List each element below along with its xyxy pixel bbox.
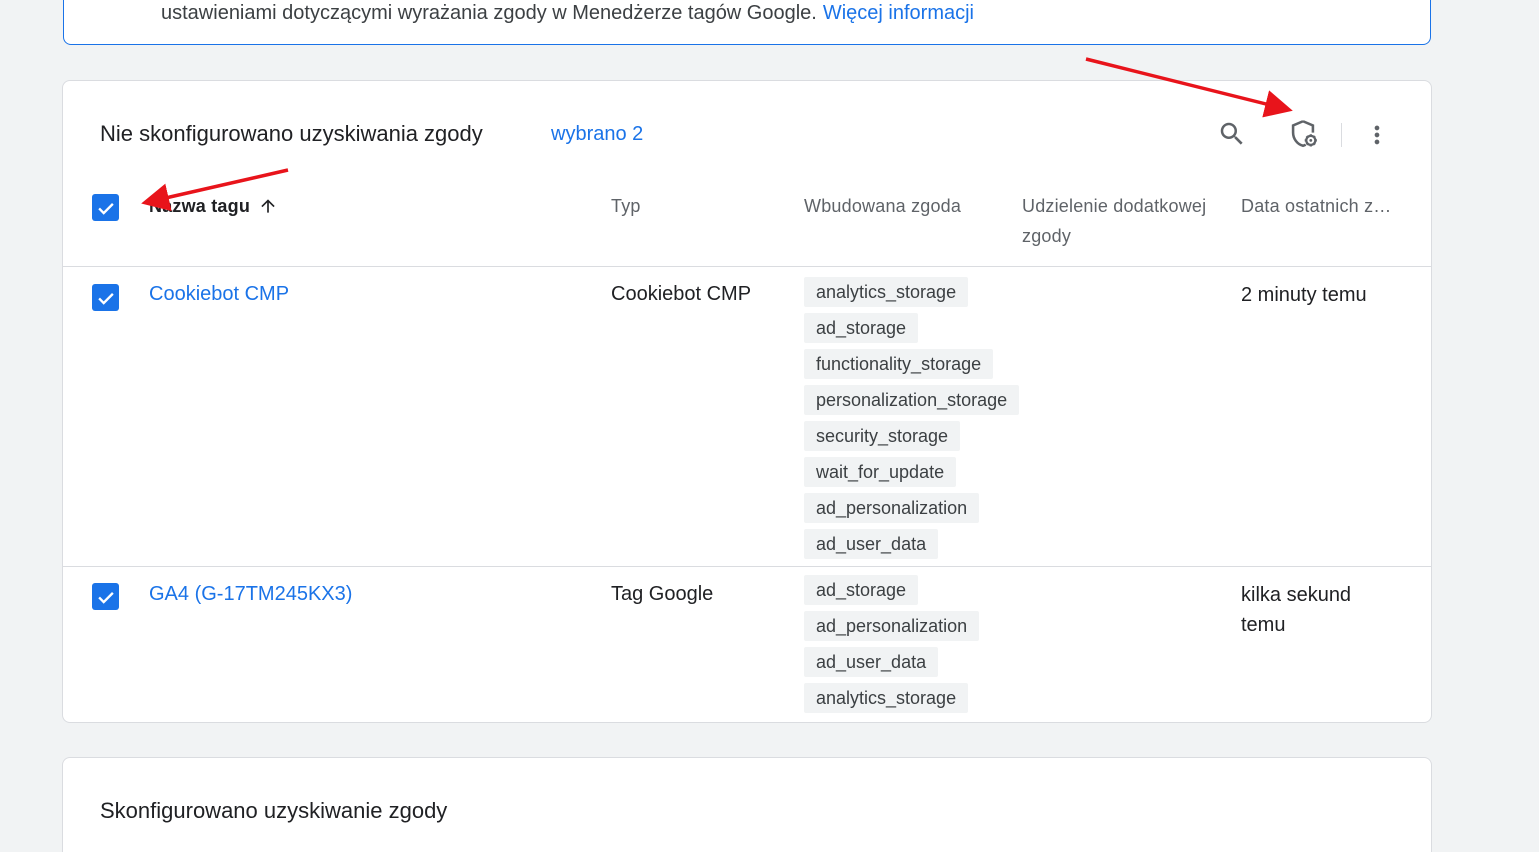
consent-chip: ad_user_data <box>804 529 939 559</box>
more-options-button[interactable] <box>1357 115 1397 155</box>
column-header-name-label: Nazwa tagu <box>149 196 251 216</box>
row-checkbox[interactable] <box>92 284 119 311</box>
builtin-consent-list: analytics_storage ad_storage functionali… <box>804 277 1020 559</box>
consent-chip: ad_personalization <box>804 611 980 641</box>
row-divider <box>63 266 1431 267</box>
search-icon <box>1220 122 1243 145</box>
consent-chip: ad_storage <box>804 313 919 343</box>
check-icon <box>97 591 114 604</box>
consent-chip: analytics_storage <box>804 683 969 713</box>
column-header-builtin-consent[interactable]: Wbudowana zgoda <box>804 191 961 221</box>
consent-chip: analytics_storage <box>804 277 969 307</box>
check-icon <box>97 292 114 305</box>
info-banner-message: ustawieniami dotyczącymi wyrażania zgody… <box>161 2 817 24</box>
not-configured-card: Nie skonfigurowano uzyskiwania zgody wyb… <box>62 80 1432 723</box>
tag-type: Cookiebot CMP <box>611 283 752 305</box>
more-vert-icon <box>1374 125 1380 145</box>
row-divider <box>63 566 1431 567</box>
configured-card: Skonfigurowano uzyskiwanie zgody <box>62 757 1432 852</box>
column-header-name[interactable]: Nazwa tagu <box>149 191 278 221</box>
arrow-up-icon <box>261 199 275 213</box>
toolbar-divider <box>1341 123 1342 147</box>
consent-chip: functionality_storage <box>804 349 994 379</box>
consent-chip: ad_storage <box>804 575 919 605</box>
tag-type: Tag Google <box>611 583 714 605</box>
select-all-checkbox[interactable] <box>92 194 119 221</box>
consent-settings-button[interactable] <box>1283 114 1323 154</box>
search-button[interactable] <box>1212 114 1252 154</box>
shield-gear-icon <box>1291 120 1317 148</box>
last-modified-date: kilka sekund temu <box>1241 584 1352 636</box>
tag-name-link[interactable]: Cookiebot CMP <box>149 283 289 306</box>
builtin-consent-list: ad_storage ad_personalization ad_user_da… <box>804 575 980 713</box>
tag-name-link[interactable]: GA4 (G-17TM245KX3) <box>149 583 352 606</box>
consent-chip: wait_for_update <box>804 457 957 487</box>
info-banner-text: ustawieniami dotyczącymi wyrażania zgody… <box>161 1 974 25</box>
card-title: Skonfigurowano uzyskiwanie zgody <box>100 798 448 823</box>
last-modified-date: 2 minuty temu <box>1241 284 1367 306</box>
more-info-link[interactable]: Więcej informacji <box>823 2 974 24</box>
card-title: Nie skonfigurowano uzyskiwania zgody <box>100 121 483 146</box>
selected-count: wybrano 2 <box>551 123 644 145</box>
info-banner: ustawieniami dotyczącymi wyrażania zgody… <box>63 0 1431 45</box>
consent-chip: security_storage <box>804 421 961 451</box>
consent-chip: ad_user_data <box>804 647 939 677</box>
consent-chip: ad_personalization <box>804 493 980 523</box>
column-header-type[interactable]: Typ <box>611 191 641 221</box>
column-header-additional-consent[interactable]: Udzielenie dodatkowej zgody <box>1022 191 1222 251</box>
column-header-last-modified[interactable]: Data ostatnich z… <box>1241 191 1391 221</box>
check-icon <box>97 202 114 215</box>
row-checkbox[interactable] <box>92 583 119 610</box>
consent-chip: personalization_storage <box>804 385 1020 415</box>
